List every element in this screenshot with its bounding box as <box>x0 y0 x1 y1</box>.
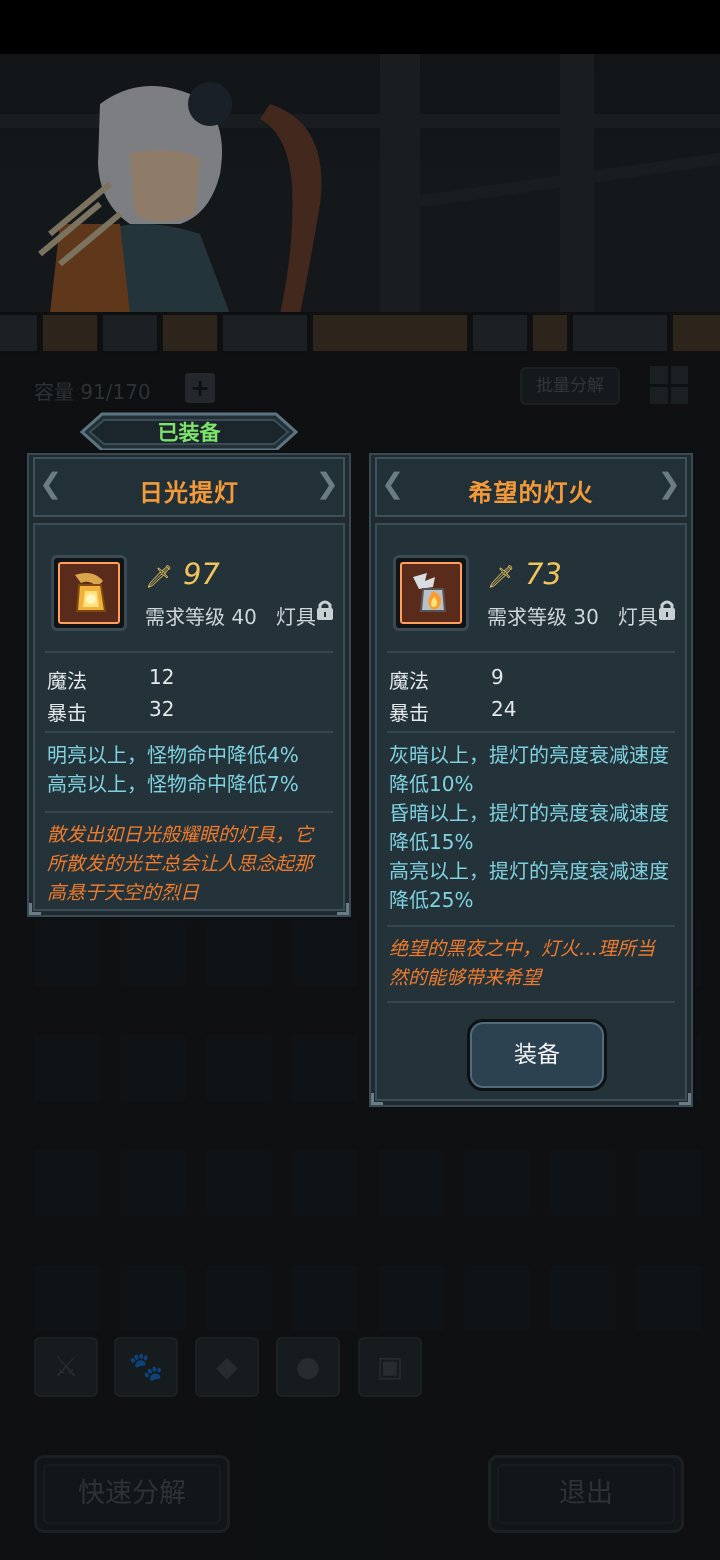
ornament-right-icon: ❯ <box>657 467 681 500</box>
stat-value: 32 <box>149 697 175 721</box>
equipped-label: 已装备 <box>158 421 222 445</box>
card-body: 🗡 97 需求等级 40 灯具 魔法 12 暴击 32 明亮以上，怪物命中降低4%… <box>33 523 345 911</box>
requirement-line: 需求等级 40 灯具 <box>145 605 316 629</box>
ornament-right-icon: ❯ <box>315 467 339 500</box>
sword-spark-icon: 🗡 <box>487 565 515 590</box>
effect-list: 明亮以上，怪物命中降低4% 高亮以上，怪物命中降低7% <box>47 741 335 799</box>
card-header: ❮ 日光提灯 ❯ <box>33 457 345 517</box>
effect-line: 明亮以上，怪物命中降低4% <box>47 743 299 767</box>
effect-line: 高亮以上，怪物命中降低7% <box>47 772 299 796</box>
power-value: 🗡 97 <box>145 557 220 591</box>
lock-icon[interactable] <box>657 599 677 621</box>
item-title: 日光提灯 <box>139 479 239 507</box>
stat-value: 24 <box>491 697 517 721</box>
effect-line: 灰暗以上，提灯的亮度衰减速度 <box>389 743 669 767</box>
card-header: ❮ 希望的灯火 ❯ <box>375 457 687 517</box>
sun-lantern-icon <box>75 573 107 612</box>
equip-button[interactable]: 装备 <box>467 1019 607 1091</box>
stat-value: 12 <box>149 665 175 689</box>
effect-line: 昏暗以上，提灯的亮度衰减速度 <box>389 801 669 825</box>
effect-line: 降低15% <box>389 830 474 854</box>
effect-line: 降低10% <box>389 772 474 796</box>
requirement-line: 需求等级 30 灯具 <box>487 605 658 629</box>
flavor-text: 绝望的黑夜之中，灯火…理所当 然的能够带来希望 <box>389 938 656 989</box>
sword-spark-icon: 🗡 <box>145 565 173 590</box>
effect-line: 降低25% <box>389 888 474 912</box>
flavor-text: 散发出如日光般耀眼的灯具，它 所散发的光芒总会让人思念起那 高悬于天空的烈日 <box>47 824 314 904</box>
stat-label: 魔法 <box>47 669 87 693</box>
item-icon-frame <box>393 555 469 631</box>
equipped-tag: 已装备 <box>80 412 298 452</box>
stat-label: 魔法 <box>389 669 429 693</box>
power-value: 🗡 73 <box>487 557 562 591</box>
effect-line: 高亮以上，提灯的亮度衰减速度 <box>389 859 669 883</box>
effect-list: 灰暗以上，提灯的亮度衰减速度 降低10% 昏暗以上，提灯的亮度衰减速度 降低15… <box>389 741 677 915</box>
stat-value: 9 <box>491 665 504 689</box>
equipped-item-card: ❮ 日光提灯 ❯ 🗡 97 需求等级 40 灯具 魔法 12 暴击 32 明亮以… <box>24 450 354 920</box>
item-icon-frame <box>51 555 127 631</box>
stat-label: 暴击 <box>47 701 87 725</box>
compare-item-card: ❮ 希望的灯火 ❯ 🗡 73 需求等级 30 灯具 魔法 9 暴击 24 灰暗以… <box>366 450 696 1110</box>
status-bar <box>0 0 720 54</box>
lock-icon[interactable] <box>315 599 335 621</box>
stat-label: 暴击 <box>389 701 429 725</box>
item-title: 希望的灯火 <box>468 479 594 507</box>
hope-flame-icon <box>413 573 447 612</box>
card-body: 🗡 73 需求等级 30 灯具 魔法 9 暴击 24 灰暗以上，提灯的亮度衰减速度… <box>375 523 687 1101</box>
